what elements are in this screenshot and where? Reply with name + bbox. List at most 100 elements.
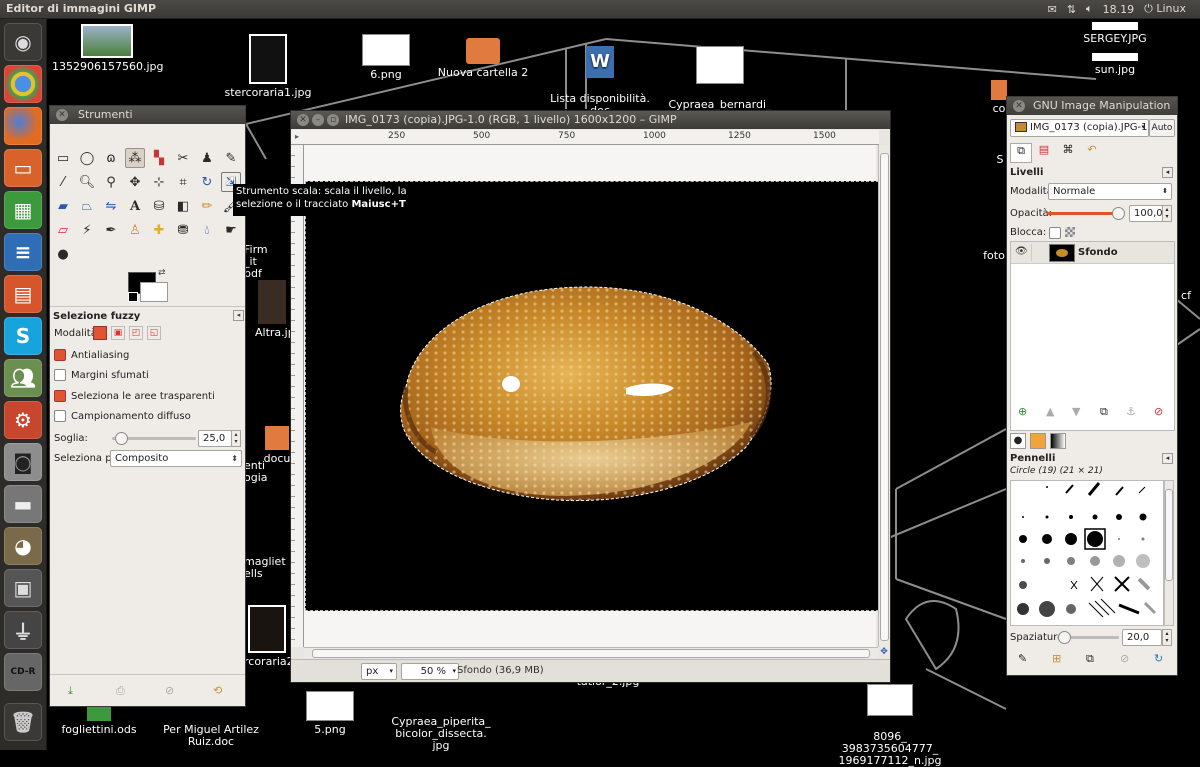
scanner-icon[interactable]: ▬ bbox=[4, 485, 42, 523]
desktop-label-magliet[interactable]: magliet ells bbox=[244, 556, 290, 580]
mode-replace-icon[interactable] bbox=[93, 326, 107, 340]
close-icon[interactable]: ✕ bbox=[297, 114, 309, 126]
color-select-icon[interactable]: ▚ bbox=[149, 148, 169, 168]
desktop-icon-docu[interactable]: docu bbox=[262, 426, 292, 465]
reset-options-icon[interactable]: ⟲ bbox=[213, 684, 222, 697]
toolbox-titlebar[interactable]: ✕ Strumenti bbox=[50, 106, 245, 124]
desktop-icon-altra[interactable]: Altra.jp bbox=[255, 280, 295, 339]
horizontal-ruler[interactable]: 250 500 750 1000 1250 1500 bbox=[303, 130, 879, 145]
desktop-icon-1352[interactable]: 1352906157560.jpg bbox=[52, 24, 164, 73]
users-icon[interactable]: 👥︎ bbox=[4, 359, 42, 397]
select-transparent-checkbox[interactable] bbox=[54, 390, 66, 402]
zoom-dropdown[interactable]: 50 % ▾ bbox=[401, 663, 459, 680]
fuzzy-select-icon[interactable]: ⁂ bbox=[125, 148, 145, 168]
usb-icon[interactable]: ⏚ bbox=[4, 611, 42, 649]
select-by-dropdown[interactable]: Composito ⬍ bbox=[110, 450, 242, 467]
delete-layer-icon[interactable]: ⊘ bbox=[1154, 405, 1163, 418]
color-picker-icon[interactable]: ⁄ bbox=[53, 172, 73, 192]
cdr-icon[interactable]: CD-R bbox=[4, 653, 42, 691]
bucket-fill-icon[interactable]: ⛁ bbox=[149, 196, 169, 216]
ellipse-select-icon[interactable]: ◯ bbox=[77, 148, 97, 168]
desktop-label-foto[interactable]: foto bbox=[982, 250, 1006, 262]
zoom-icon[interactable]: 🔍︎ bbox=[77, 172, 97, 192]
sample-merged-checkbox[interactable] bbox=[54, 410, 66, 422]
duplicate-brush-icon[interactable]: ⧉ bbox=[1086, 652, 1094, 666]
eye-icon[interactable]: 👁︎ bbox=[1015, 246, 1028, 257]
default-colors-icon[interactable] bbox=[128, 292, 138, 302]
image-select-dropdown[interactable]: IMG_0173 (copia).JPG-1 ▾ bbox=[1010, 119, 1149, 137]
foreground-select-icon[interactable]: ♟ bbox=[197, 148, 217, 168]
desktop-icon-piperita[interactable]: Cypraea_piperita_ bicolor_dissecta. jpg bbox=[386, 704, 496, 752]
desktop-icon-sergey[interactable]: SERGEY.JPG bbox=[1060, 22, 1170, 45]
background-color-swatch[interactable] bbox=[140, 282, 168, 302]
writer-icon[interactable]: ≡ bbox=[4, 233, 42, 271]
impress-icon[interactable]: ▤ bbox=[4, 275, 42, 313]
lock-pixels-checkbox[interactable] bbox=[1049, 227, 1061, 239]
settings-icon[interactable]: ⚙ bbox=[4, 401, 42, 439]
restore-options-icon[interactable]: ⎙ bbox=[116, 684, 125, 698]
skype-icon[interactable]: S bbox=[4, 317, 42, 355]
vertical-scrollbar[interactable] bbox=[878, 145, 889, 647]
image-canvas[interactable] bbox=[305, 181, 879, 611]
auto-button[interactable]: Auto bbox=[1149, 119, 1175, 137]
mail-icon[interactable]: ✉ bbox=[1048, 3, 1057, 16]
delete-brush-icon[interactable]: ⊘ bbox=[1120, 652, 1129, 665]
airbrush-icon[interactable]: ⚡︎ bbox=[77, 220, 97, 240]
shear-icon[interactable]: ▰ bbox=[53, 196, 73, 216]
brushes-scrollbar[interactable] bbox=[1164, 480, 1174, 626]
threshold-spinner[interactable]: ▴ ▾ bbox=[231, 430, 241, 447]
opacity-input[interactable]: 100,0 bbox=[1129, 205, 1163, 222]
desktop-icon-lista[interactable]: W Lista disponibilità. doc bbox=[545, 34, 655, 117]
tab-gradients[interactable] bbox=[1050, 433, 1066, 449]
desktop-icon-stercoraria2[interactable]: rcoraria2 bbox=[244, 605, 294, 668]
gimp-icon[interactable]: ◕ bbox=[4, 527, 42, 565]
select-transparent-option[interactable]: Seleziona le aree trasparenti bbox=[54, 390, 215, 402]
close-icon[interactable]: ✕ bbox=[56, 109, 68, 121]
dock-menu-icon[interactable]: ◂ bbox=[1162, 167, 1173, 178]
duplicate-layer-icon[interactable]: ⧉ bbox=[1100, 405, 1108, 419]
perspective-icon[interactable]: ⏢ bbox=[77, 196, 97, 216]
desktop-label-cf[interactable]: cf bbox=[1176, 290, 1196, 302]
chromium-icon[interactable] bbox=[4, 65, 42, 103]
dodge-burn-icon[interactable]: ● bbox=[53, 244, 73, 264]
raise-layer-icon[interactable]: ▲ bbox=[1046, 405, 1054, 418]
align-icon[interactable]: ⊹ bbox=[149, 172, 169, 192]
smudge-icon[interactable]: ☛ bbox=[221, 220, 241, 240]
desktop-icon-sun[interactable]: sun.jpg bbox=[1060, 53, 1170, 76]
antialiasing-checkbox[interactable] bbox=[54, 349, 66, 361]
lock-alpha-icon[interactable] bbox=[1065, 227, 1075, 237]
network-icon[interactable]: ⇅ bbox=[1067, 3, 1076, 16]
sample-merged-option[interactable]: Campionamento diffuso bbox=[54, 410, 191, 422]
threshold-slider[interactable] bbox=[112, 432, 196, 445]
opacity-spinner[interactable]: ▴ ▾ bbox=[1162, 205, 1172, 222]
threshold-input[interactable]: 25,0 bbox=[198, 430, 232, 447]
mode-intersect-icon[interactable]: ◱ bbox=[147, 326, 161, 340]
options-menu-icon[interactable]: ◂ bbox=[233, 310, 244, 321]
vertical-scroll-thumb[interactable] bbox=[880, 153, 889, 641]
swap-colors-icon[interactable]: ⇄ bbox=[158, 268, 166, 278]
volume-icon[interactable]: 🔈︎ bbox=[1086, 2, 1093, 16]
horizontal-scroll-thumb[interactable] bbox=[312, 649, 870, 658]
brushes-grid[interactable] bbox=[1010, 480, 1164, 626]
tab-brushes[interactable]: ● bbox=[1010, 433, 1026, 449]
desktop-label-it-pdf[interactable]: _it pdf bbox=[244, 256, 264, 280]
desktop-icon-fogliettini[interactable]: fogliettini.ods bbox=[44, 703, 154, 736]
camera-icon[interactable]: ◙ bbox=[4, 443, 42, 481]
horizontal-scrollbar[interactable] bbox=[304, 647, 878, 658]
threshold-slider-knob[interactable] bbox=[115, 432, 129, 445]
spacing-input[interactable]: 20,0 bbox=[1122, 629, 1162, 646]
save-options-icon[interactable]: ⤓ bbox=[68, 684, 73, 698]
spacing-spinner[interactable]: ▴ ▾ bbox=[1162, 629, 1172, 646]
dock-titlebar[interactable]: ✕ GNU Image Manipulation bbox=[1007, 97, 1177, 115]
paths-icon[interactable]: ✎ bbox=[221, 148, 241, 168]
maximize-icon[interactable]: ▫ bbox=[327, 114, 339, 126]
close-icon[interactable]: ✕ bbox=[1013, 100, 1025, 112]
mode-subtract-icon[interactable]: ◰ bbox=[129, 326, 143, 340]
text-icon[interactable]: A bbox=[125, 196, 145, 216]
blend-icon[interactable]: ◧ bbox=[173, 196, 193, 216]
flip-icon[interactable]: ⇋ bbox=[101, 196, 121, 216]
minimize-icon[interactable]: – bbox=[312, 114, 324, 126]
new-layer-icon[interactable]: ⊕ bbox=[1018, 405, 1027, 418]
firefox-icon[interactable] bbox=[4, 107, 42, 145]
refresh-brushes-icon[interactable]: ↻ bbox=[1154, 652, 1163, 665]
